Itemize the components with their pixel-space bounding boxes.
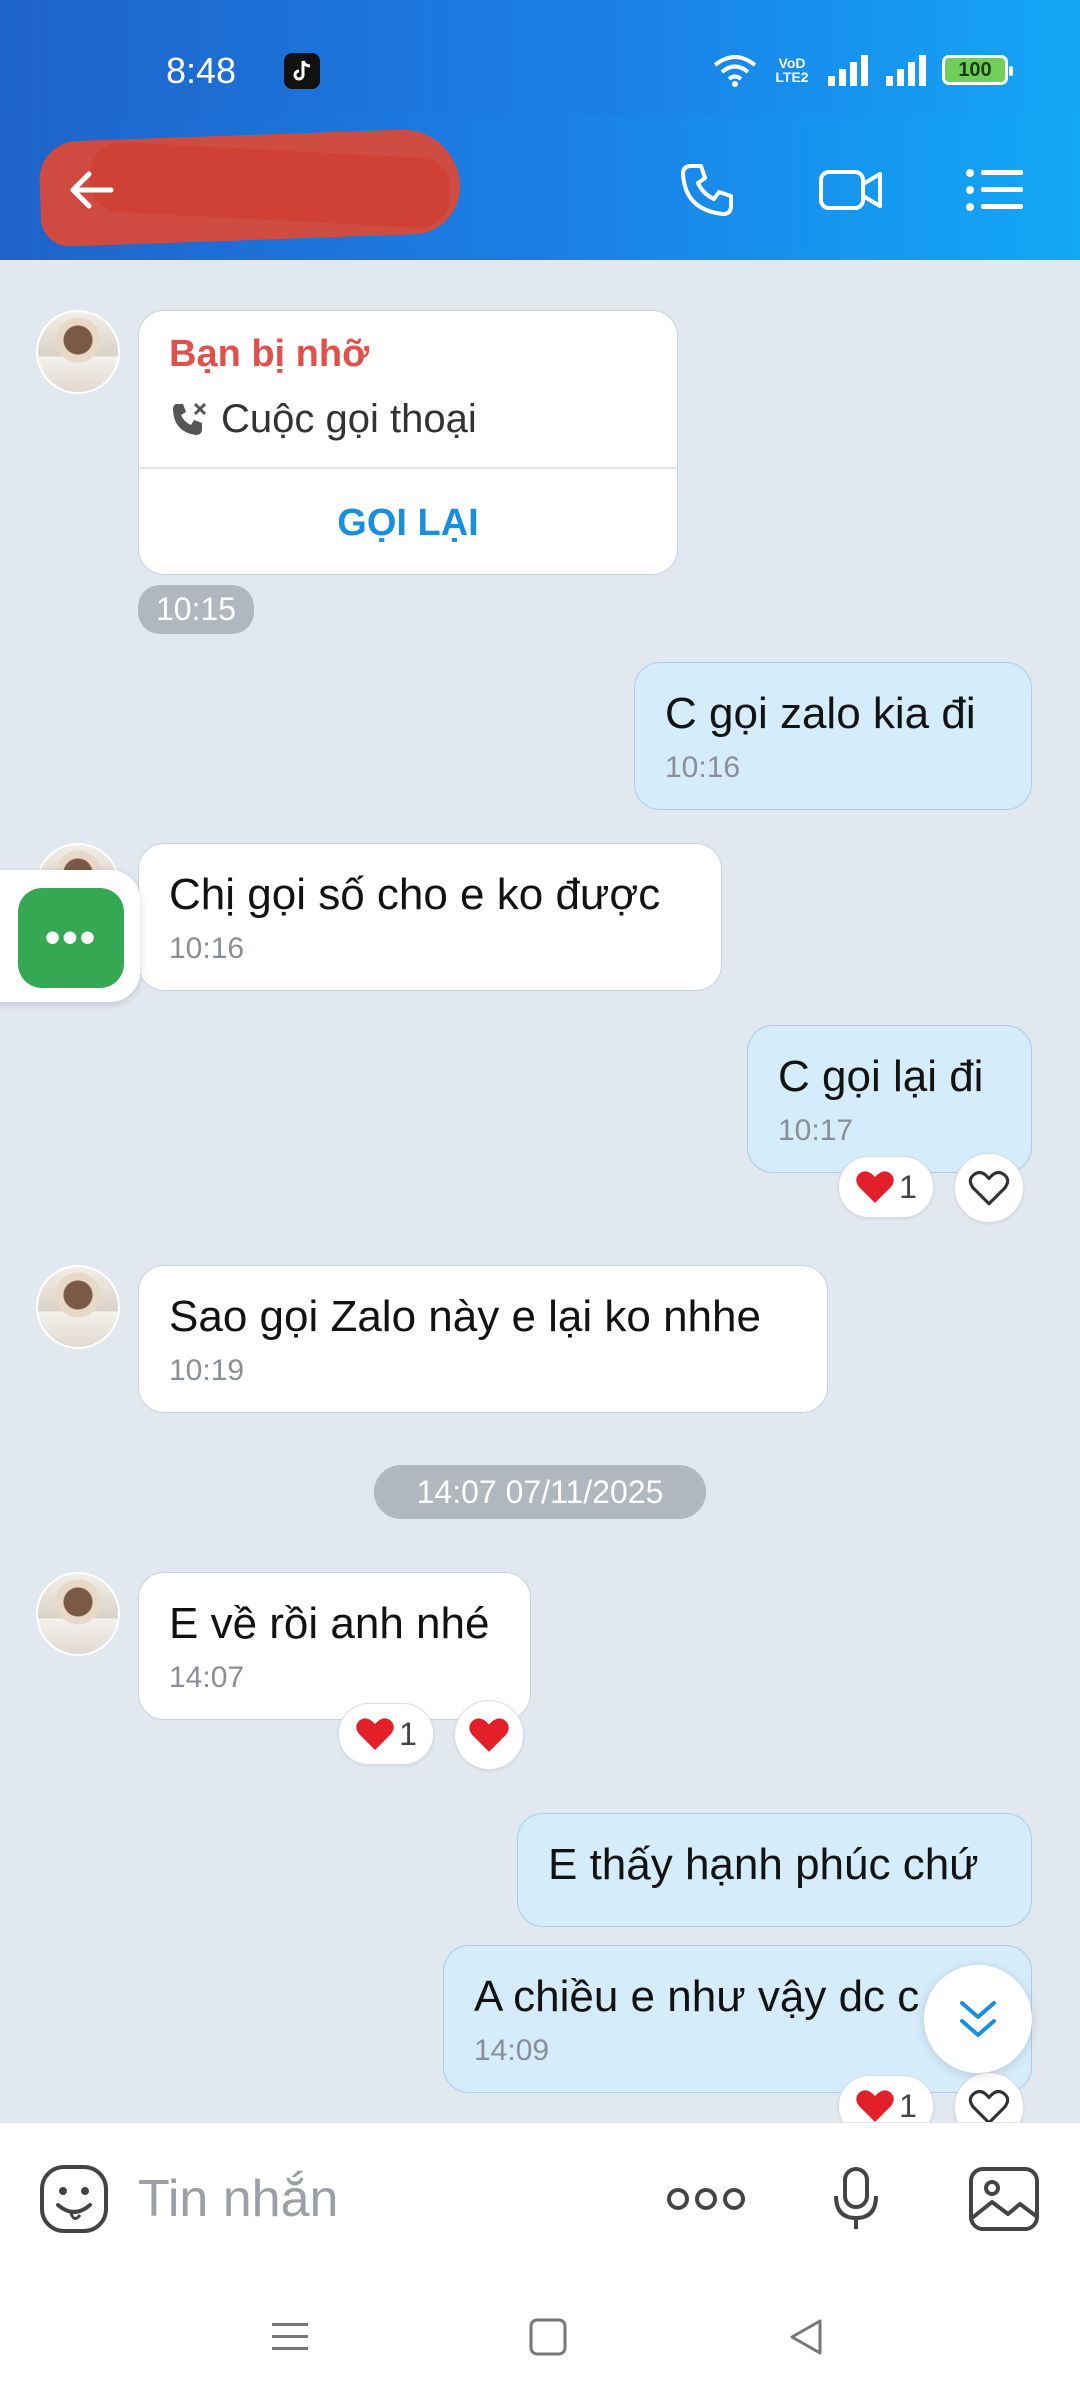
message-text: C gọi lại đi bbox=[778, 1052, 984, 1101]
message-time: 14:07 bbox=[169, 1661, 245, 1694]
message-bubble-incoming[interactable]: E về rồi anh nhé 14:07 bbox=[138, 1572, 531, 1720]
heart-icon bbox=[856, 2090, 894, 2122]
message-bubble-outgoing[interactable]: E thấy hạnh phúc chứ bbox=[517, 1813, 1032, 1927]
more-dots-icon: ••• bbox=[18, 888, 124, 988]
more-options-button[interactable] bbox=[666, 2161, 746, 2237]
tiktok-notification-icon bbox=[284, 53, 320, 89]
chat-header bbox=[0, 115, 1080, 260]
menu-list-icon bbox=[966, 169, 1023, 211]
missed-call-title: Bạn bị nhỡ bbox=[169, 333, 370, 375]
back-arrow-icon bbox=[70, 171, 114, 209]
react-heart-button[interactable] bbox=[954, 1153, 1024, 1223]
message-time: 10:17 bbox=[778, 1114, 854, 1147]
reaction-summary[interactable]: 1 bbox=[338, 1703, 434, 1765]
square-icon bbox=[529, 2318, 567, 2356]
contact-avatar[interactable] bbox=[36, 310, 120, 394]
message-text: E thấy hạnh phúc chứ bbox=[548, 1840, 979, 1889]
send-image-button[interactable] bbox=[966, 2161, 1042, 2237]
reaction-count: 1 bbox=[899, 2087, 917, 2123]
reaction-summary[interactable]: 1 bbox=[838, 2075, 934, 2122]
heart-outline-icon bbox=[968, 1170, 1010, 1206]
message-text: A chiều e như vậy dc c bbox=[474, 1972, 920, 2021]
voice-call-button[interactable] bbox=[672, 155, 742, 225]
heart-icon bbox=[469, 1718, 509, 1752]
video-call-button[interactable] bbox=[816, 155, 886, 225]
wifi-icon bbox=[713, 55, 757, 87]
react-heart-button[interactable] bbox=[454, 1700, 524, 1770]
home-button[interactable] bbox=[518, 2312, 578, 2362]
reaction-count: 1 bbox=[399, 1715, 417, 1752]
phone-icon bbox=[681, 164, 733, 216]
signal-icon bbox=[828, 55, 868, 86]
chat-options-button[interactable] bbox=[960, 155, 1030, 225]
voice-message-button[interactable] bbox=[818, 2161, 894, 2237]
image-icon bbox=[969, 2167, 1039, 2231]
status-icons: VoD LTE2 100 bbox=[712, 50, 1013, 90]
system-navigation-bar bbox=[0, 2272, 1080, 2400]
missed-call-subtitle: Cuộc gọi thoại bbox=[221, 397, 477, 441]
message-time: 10:19 bbox=[169, 1354, 245, 1387]
scroll-to-bottom-button[interactable] bbox=[924, 1965, 1032, 2073]
contact-avatar[interactable] bbox=[36, 1265, 120, 1349]
microphone-icon bbox=[834, 2167, 878, 2229]
message-time: 10:16 bbox=[169, 932, 245, 965]
message-bubble-incoming[interactable]: Chị gọi số cho e ko được 10:16 bbox=[138, 843, 722, 991]
contact-avatar[interactable] bbox=[36, 1572, 120, 1656]
message-text: Sao gọi Zalo này e lại ko nhhe bbox=[169, 1292, 761, 1341]
message-text: Chị gọi số cho e ko được bbox=[169, 870, 661, 919]
heart-outline-icon bbox=[968, 2089, 1010, 2122]
emoji-sticker-button[interactable] bbox=[36, 2161, 112, 2237]
message-bubble-outgoing[interactable]: C gọi zalo kia đi 10:16 bbox=[634, 662, 1032, 810]
message-time: 14:09 bbox=[474, 2034, 550, 2067]
message-time: 10:16 bbox=[665, 751, 741, 784]
back-button[interactable] bbox=[56, 155, 126, 225]
heart-icon bbox=[356, 1718, 394, 1750]
reaction-count: 1 bbox=[899, 1168, 917, 1205]
network-type-label: VoD LTE2 bbox=[775, 55, 809, 85]
date-separator: 14:07 07/11/2025 bbox=[374, 1465, 706, 1519]
emoji-sticker-icon bbox=[40, 2165, 108, 2233]
video-icon bbox=[819, 170, 882, 210]
chevron-double-down-icon bbox=[960, 2001, 996, 2037]
missed-call-subtitle-row: Cuộc gọi thoại bbox=[169, 397, 477, 442]
message-bubble-incoming[interactable]: Sao gọi Zalo này e lại ko nhhe 10:19 bbox=[138, 1265, 828, 1413]
missed-call-icon bbox=[173, 402, 207, 435]
message-input[interactable]: Tin nhắn bbox=[138, 2169, 338, 2229]
status-time: 8:48 bbox=[166, 50, 237, 91]
message-time: 10:15 bbox=[138, 585, 255, 634]
signal-icon-2 bbox=[886, 55, 926, 86]
missed-call-card: Bạn bị nhỡ Cuộc gọi thoại GỌI LẠI bbox=[138, 310, 678, 575]
divider bbox=[139, 467, 677, 469]
call-back-button[interactable]: GỌI LẠI bbox=[139, 471, 677, 574]
battery-indicator: 100 bbox=[942, 55, 1013, 85]
message-list[interactable]: Bạn bị nhỡ Cuộc gọi thoại GỌI LẠI 10:15 … bbox=[0, 260, 1080, 2122]
status-bar: 8:48 VoD LTE2 100 bbox=[0, 0, 1080, 115]
message-bubble-outgoing[interactable]: C gọi lại đi 10:17 bbox=[747, 1025, 1032, 1173]
reaction-summary[interactable]: 1 bbox=[838, 1156, 934, 1218]
system-back-button[interactable] bbox=[776, 2312, 836, 2362]
quick-action-floating-button[interactable]: ••• bbox=[0, 870, 140, 1002]
message-text: C gọi zalo kia đi bbox=[665, 689, 976, 738]
message-text: E về rồi anh nhé bbox=[169, 1599, 490, 1648]
triangle-back-icon bbox=[790, 2319, 822, 2355]
menu-lines-icon bbox=[272, 2323, 308, 2350]
heart-icon bbox=[856, 1171, 894, 1203]
more-dots-icon bbox=[667, 2188, 745, 2210]
recent-apps-button[interactable] bbox=[260, 2312, 320, 2362]
message-composer: Tin nhắn bbox=[0, 2122, 1080, 2272]
